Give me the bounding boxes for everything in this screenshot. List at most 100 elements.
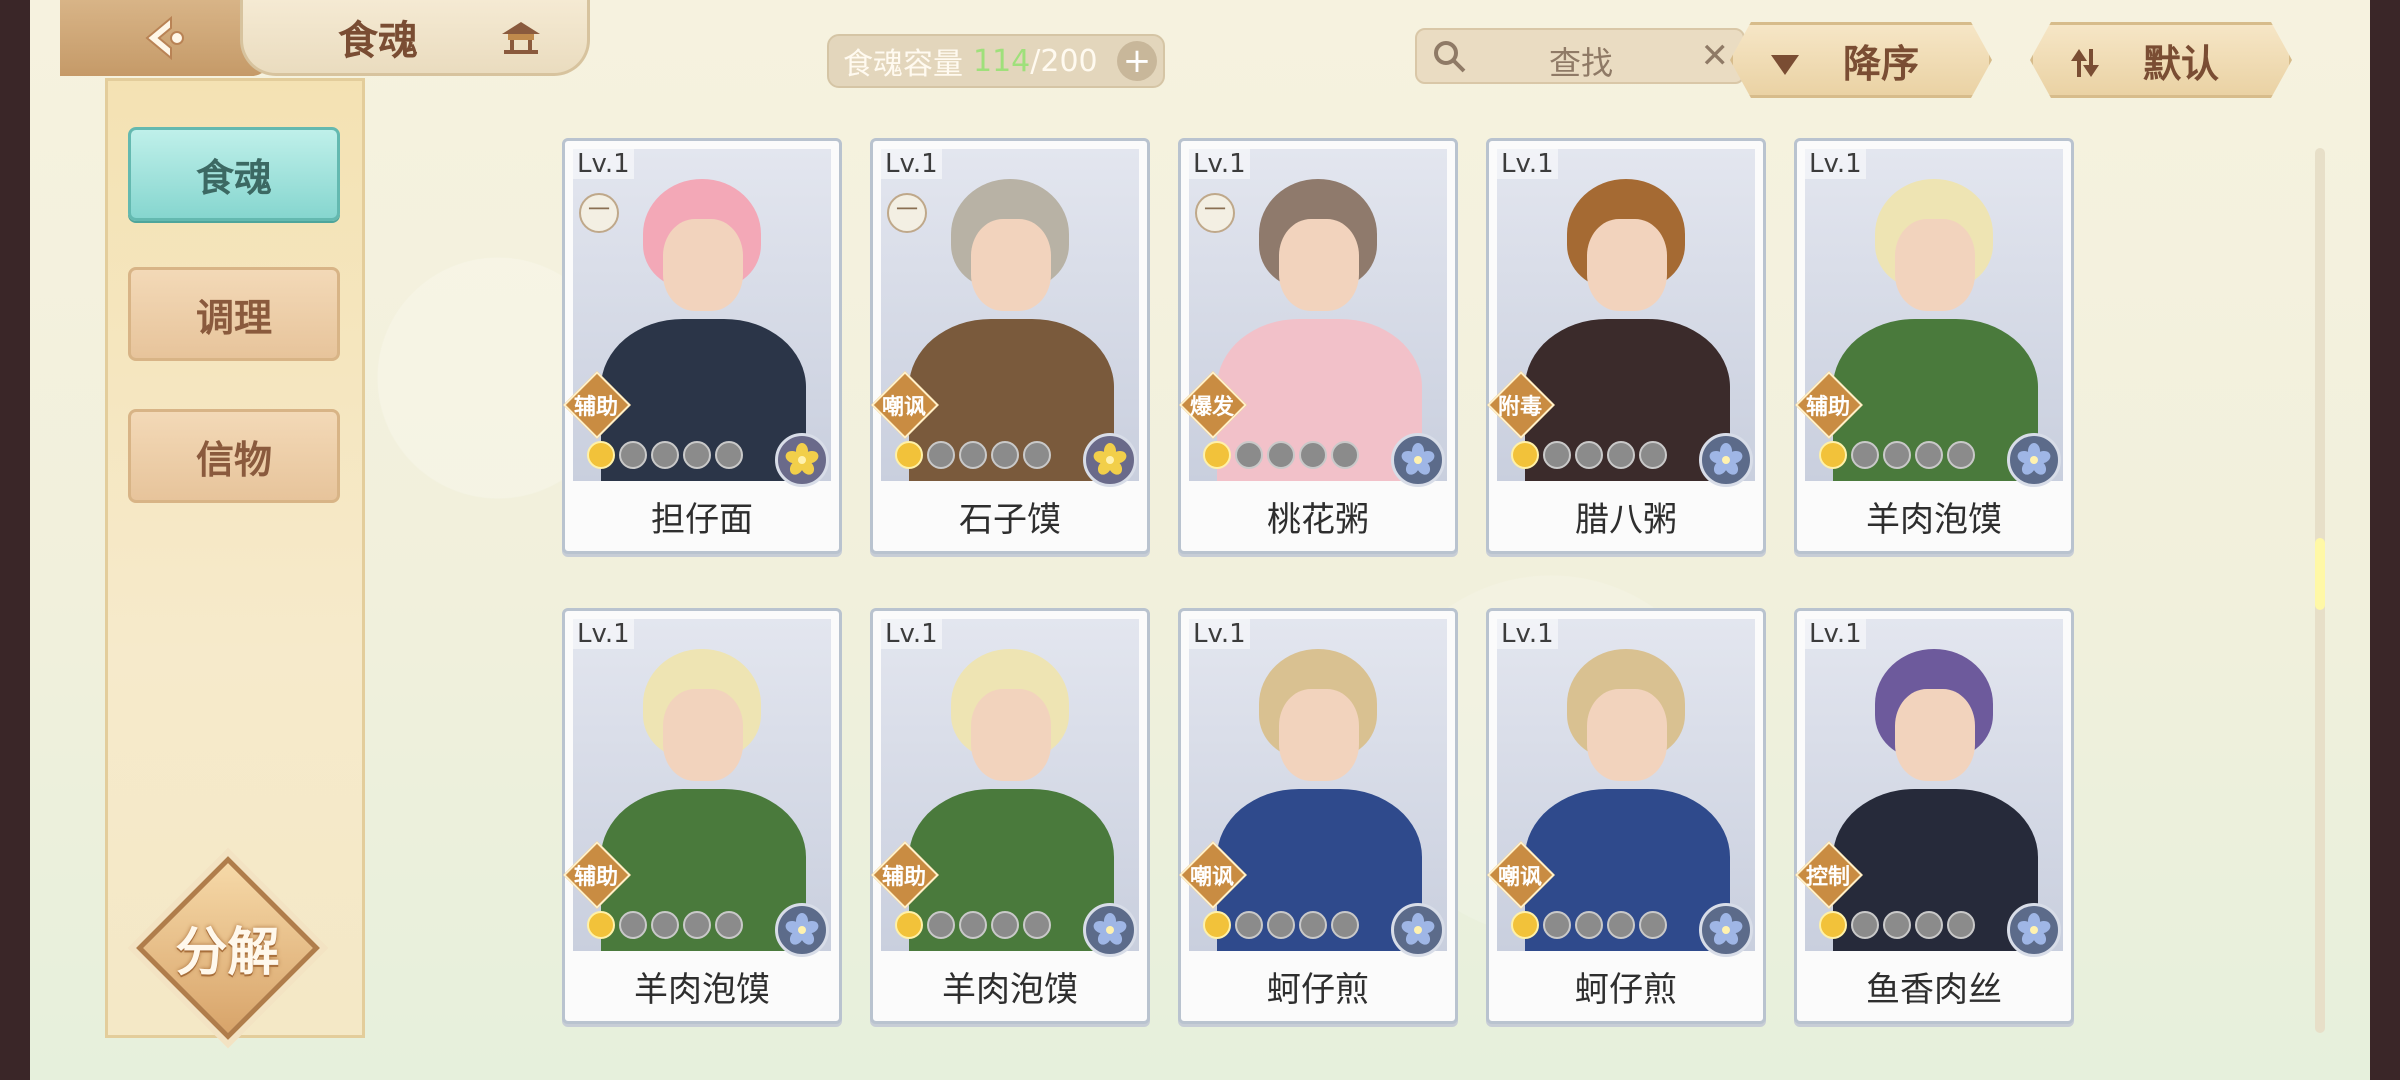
- star-icon: [927, 441, 955, 469]
- equip-badge-icon: 一: [1195, 193, 1235, 233]
- star-icon: [1267, 911, 1295, 939]
- star-icon: [1267, 441, 1295, 469]
- star-icon: [1203, 441, 1231, 469]
- star-icon: [1947, 441, 1975, 469]
- card-name: 鱼香肉丝: [1866, 970, 2002, 1010]
- portrait-face: [971, 689, 1051, 781]
- role-label: 控制: [1805, 865, 1850, 890]
- portrait-face: [1587, 689, 1667, 781]
- star-icon: [991, 911, 1019, 939]
- star-icon: [587, 441, 615, 469]
- card-level: Lv.1: [1189, 619, 1250, 649]
- card-level: Lv.1: [881, 619, 942, 649]
- portrait-face: [663, 689, 743, 781]
- star-icon: [1543, 911, 1571, 939]
- food-soul-card[interactable]: Lv.1 辅助 羊肉泡馍: [870, 608, 1150, 1024]
- role-badge: 辅助: [1795, 371, 1863, 439]
- star-rating: [587, 911, 743, 939]
- food-soul-card[interactable]: Lv.1 一嘲讽 石子馍: [870, 138, 1150, 554]
- card-name: 羊肉泡馍: [634, 970, 770, 1010]
- star-icon: [1511, 911, 1539, 939]
- star-rating: [1511, 911, 1667, 939]
- star-icon: [1299, 911, 1327, 939]
- star-rating: [1203, 441, 1359, 469]
- card-level: Lv.1: [1805, 619, 1866, 649]
- star-icon: [1023, 441, 1051, 469]
- capacity-current: 114: [973, 43, 1031, 79]
- search-placeholder: 查找: [1549, 44, 1614, 82]
- sort-default-label: 默认: [2142, 40, 2219, 86]
- sidebar-item-tokens[interactable]: 信物: [128, 409, 340, 503]
- search-input[interactable]: 查找 ✕: [1415, 28, 1745, 84]
- star-icon: [991, 441, 1019, 469]
- equip-badge-icon: 一: [887, 193, 927, 233]
- star-icon: [619, 911, 647, 939]
- sidebar-item-label: 调理: [195, 294, 272, 340]
- pavilion-icon[interactable]: [500, 20, 542, 54]
- star-icon: [1299, 441, 1327, 469]
- food-soul-card[interactable]: Lv.1 一辅助 担仔面: [562, 138, 842, 554]
- game-frame: 食魂 食魂 调理 信物 分解 食魂容量 114 /200 + 查找 ✕ 降序 默…: [30, 0, 2370, 1080]
- capacity-max: /200: [1030, 43, 1098, 79]
- star-icon: [1915, 441, 1943, 469]
- sidebar-item-cooking[interactable]: 调理: [128, 267, 340, 361]
- element-flower-icon: [1699, 433, 1753, 487]
- role-badge: 嘲讽: [1487, 841, 1555, 909]
- star-icon: [715, 911, 743, 939]
- sidebar-item-food-souls[interactable]: 食魂: [128, 127, 340, 221]
- food-soul-card[interactable]: Lv.1 辅助羊肉泡馍: [1794, 138, 2074, 554]
- element-flower-icon: [1391, 433, 1445, 487]
- star-icon: [1947, 911, 1975, 939]
- role-badge: 辅助: [871, 841, 939, 909]
- star-icon: [895, 441, 923, 469]
- food-soul-card[interactable]: Lv.1 嘲讽 蚵仔煎: [1486, 608, 1766, 1024]
- card-level: Lv.1: [1805, 149, 1866, 179]
- role-label: 嘲讽: [1497, 865, 1542, 890]
- role-label: 爆发: [1189, 395, 1234, 420]
- card-name: 蚵仔煎: [1267, 970, 1369, 1010]
- role-label: 辅助: [573, 865, 618, 890]
- star-icon: [683, 441, 711, 469]
- star-icon: [1851, 911, 1879, 939]
- role-label: 附毒: [1497, 395, 1542, 420]
- star-icon: [651, 911, 679, 939]
- role-label: 嘲讽: [881, 395, 926, 420]
- scrollbar[interactable]: [2315, 148, 2325, 1033]
- star-icon: [1511, 441, 1539, 469]
- title-tab: 食魂: [240, 0, 590, 76]
- star-icon: [1203, 911, 1231, 939]
- add-capacity-button[interactable]: +: [1117, 41, 1157, 81]
- food-soul-card[interactable]: Lv.1 一爆发 桃花粥: [1178, 138, 1458, 554]
- card-name: 桃花粥: [1267, 500, 1369, 540]
- star-rating: [1819, 911, 1975, 939]
- portrait-face: [1587, 219, 1667, 311]
- decompose-button[interactable]: 分解: [135, 855, 320, 1040]
- star-icon: [1883, 911, 1911, 939]
- role-badge: 嘲讽: [1179, 841, 1247, 909]
- food-soul-card[interactable]: Lv.1 嘲讽蚵仔煎: [1178, 608, 1458, 1024]
- clear-icon[interactable]: ✕: [1701, 36, 1730, 76]
- card-name: 腊八粥: [1575, 500, 1677, 540]
- descending-icon: [1771, 55, 1799, 75]
- food-soul-card[interactable]: Lv.1 附毒 腊八粥: [1486, 138, 1766, 554]
- search-icon: [1434, 41, 1466, 73]
- card-name: 羊肉泡馍: [1866, 500, 2002, 540]
- sort-order-button[interactable]: 降序: [1730, 22, 1992, 98]
- food-soul-card[interactable]: Lv.1 控制鱼香肉丝: [1794, 608, 2074, 1024]
- star-rating: [1511, 441, 1667, 469]
- back-arrow-icon: [145, 15, 184, 61]
- scroll-thumb[interactable]: [2315, 538, 2325, 610]
- star-icon: [1639, 911, 1667, 939]
- sort-default-button[interactable]: 默认: [2030, 22, 2292, 98]
- element-flower-icon: [1083, 903, 1137, 957]
- star-icon: [1607, 441, 1635, 469]
- star-icon: [1575, 441, 1603, 469]
- back-button[interactable]: [60, 0, 270, 76]
- star-rating: [895, 441, 1051, 469]
- sort-arrows-icon: [2071, 49, 2099, 77]
- food-soul-card[interactable]: Lv.1 辅助 羊肉泡馍: [562, 608, 842, 1024]
- role-label: 辅助: [881, 865, 926, 890]
- sidebar-item-label: 食魂: [195, 154, 272, 200]
- element-flower-icon: [2007, 433, 2061, 487]
- equip-badge-icon: 一: [579, 193, 619, 233]
